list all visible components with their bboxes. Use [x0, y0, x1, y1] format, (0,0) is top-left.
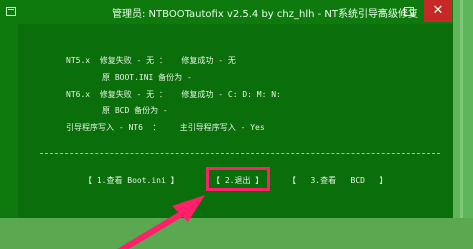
- pointer-arrow-icon: [117, 195, 205, 249]
